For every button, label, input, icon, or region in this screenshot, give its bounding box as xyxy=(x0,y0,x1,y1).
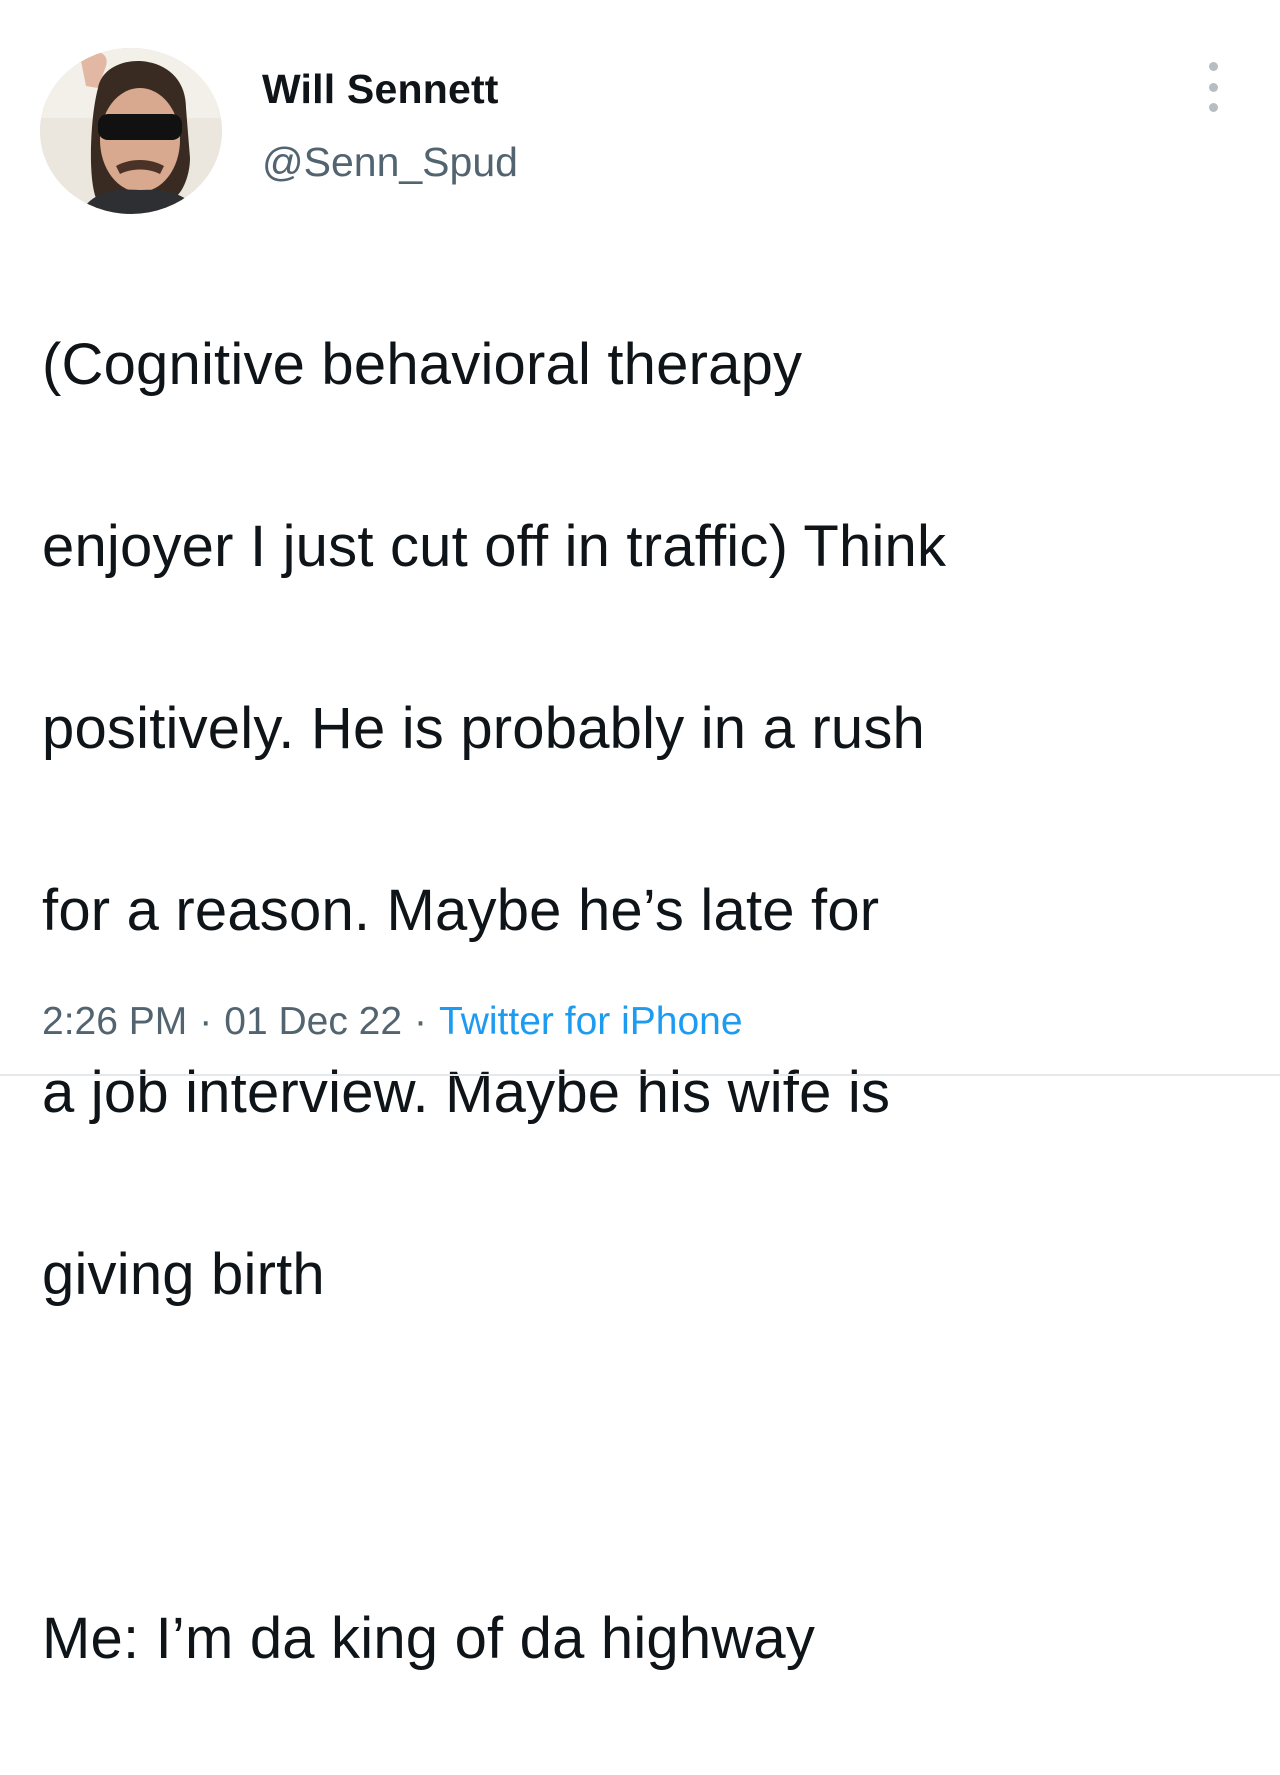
meta-separator: · xyxy=(199,1000,213,1043)
tweet-text-line: positively. He is probably in a rush xyxy=(42,696,925,761)
tweet-time[interactable]: 2:26 PM xyxy=(42,1000,187,1043)
more-vertical-icon-dot xyxy=(1208,82,1218,92)
tweet-source-link[interactable]: Twitter for iPhone xyxy=(439,1000,742,1043)
tweet-text-line: enjoyer I just cut off in traffic) Think xyxy=(42,514,947,579)
handle[interactable]: @Senn_Spud xyxy=(262,139,518,186)
tweet-text-line: giving birth xyxy=(42,1242,325,1307)
tweet-text-line: for a reason. Maybe he’s late for xyxy=(42,878,880,943)
tweet-meta: 2:26 PM · 01 Dec 22 · Twitter for iPhone xyxy=(42,1000,743,1044)
more-options-button[interactable] xyxy=(1196,62,1230,112)
avatar[interactable] xyxy=(40,48,222,214)
meta-separator: · xyxy=(414,1000,428,1043)
avatar-photo xyxy=(40,48,222,214)
tweet-text-line: (Cognitive behavioral therapy xyxy=(42,332,803,397)
tweet-text-line: Me: I’m da king of da highway xyxy=(42,1606,816,1671)
more-vertical-icon xyxy=(1208,62,1218,71)
tweet-card: Will Sennett @Senn_Spud (Cognitive behav… xyxy=(0,0,1280,1671)
tweet-date[interactable]: 01 Dec 22 xyxy=(224,1000,402,1043)
display-name[interactable]: Will Sennett xyxy=(262,66,499,113)
divider xyxy=(0,1074,1280,1076)
tweet-text-line: a job interview. Maybe his wife is xyxy=(42,1060,891,1125)
more-vertical-icon-dot xyxy=(1208,103,1218,112)
